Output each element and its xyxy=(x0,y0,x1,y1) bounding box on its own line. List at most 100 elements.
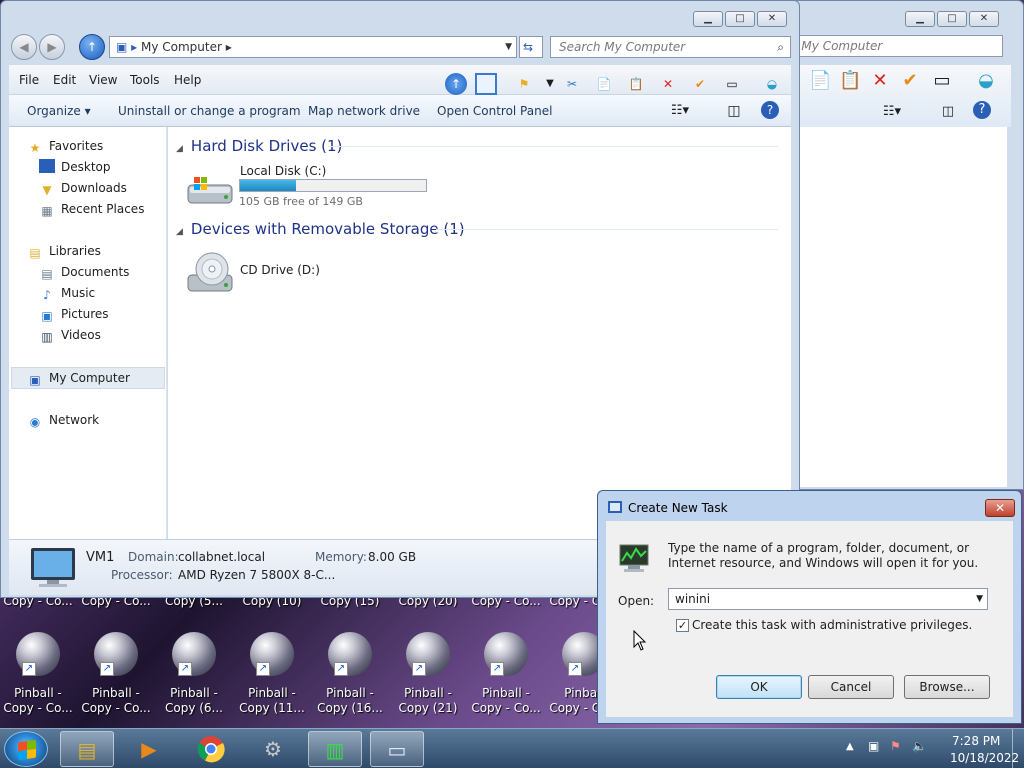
chevron-down-icon[interactable]: ▼ xyxy=(539,73,561,95)
close-button[interactable]: ✕ xyxy=(757,11,787,27)
paste-icon[interactable]: 📋 xyxy=(625,73,647,95)
hard-disk-icon xyxy=(187,177,233,204)
cd-drive-name[interactable]: CD Drive (D:) xyxy=(240,263,320,277)
start-button[interactable] xyxy=(4,731,48,767)
desktop-icon-pinball[interactable]: ↗ Pinball - Copy (16... xyxy=(314,630,386,720)
desktop-icon-pinball[interactable]: ↗ Pinball - Copy (21) xyxy=(392,630,464,720)
check-icon[interactable]: ✔ xyxy=(689,73,711,95)
dialog-close-button[interactable]: ✕ xyxy=(985,499,1015,517)
nav-downloads[interactable]: ▼ Downloads xyxy=(39,179,127,197)
shell-icon[interactable]: ◒ xyxy=(975,70,997,92)
view-options-icon[interactable]: ☷▾ xyxy=(669,100,691,122)
search-input[interactable]: h My Computer xyxy=(781,35,1003,57)
address-bar[interactable]: ▣ ▸ My Computer ▸ ▼ xyxy=(109,36,517,58)
search-input[interactable]: Search My Computer ⌕ xyxy=(550,36,791,58)
show-hidden-icons[interactable]: ▲ xyxy=(846,741,854,752)
forward-button[interactable]: ▶ xyxy=(39,34,65,60)
clock-date[interactable]: 10/18/2022 xyxy=(950,751,1019,765)
chevron-down-icon[interactable]: ▼ xyxy=(976,589,983,609)
dialog-description: Type the name of a program, folder, docu… xyxy=(668,541,979,570)
check-icon[interactable]: ✔ xyxy=(899,70,921,92)
pinball-icon: ↗ xyxy=(250,632,294,676)
admin-privileges-label[interactable]: Create this task with administrative pri… xyxy=(692,618,972,632)
chevron-down-icon[interactable]: ▼ xyxy=(505,37,512,57)
minimize-button[interactable]: ▁ xyxy=(693,11,723,27)
rename-icon[interactable]: ▭ xyxy=(721,73,743,95)
taskbar-settings[interactable]: ⚙ xyxy=(246,731,300,767)
nav-desktop[interactable]: Desktop xyxy=(39,158,111,176)
menu-file[interactable]: File xyxy=(19,73,39,87)
menu-help[interactable]: Help xyxy=(174,73,201,87)
desktop-icon-pinball[interactable]: ↗ Pinball - Copy (11... xyxy=(236,630,308,720)
maximize-button[interactable]: □ xyxy=(937,11,967,27)
refresh-button[interactable]: ⇆ xyxy=(519,36,543,58)
open-control-panel-button[interactable]: Open Control Panel xyxy=(437,104,552,118)
menu-edit[interactable]: Edit xyxy=(53,73,76,87)
paste-icon[interactable]: 📋 xyxy=(839,70,861,92)
cancel-button[interactable]: Cancel xyxy=(808,675,894,699)
create-new-task-dialog[interactable]: Create New Task ✕ Type the name of a pro… xyxy=(597,490,1022,724)
view-icon[interactable]: ☷▾ xyxy=(881,101,903,123)
local-disk-name[interactable]: Local Disk (C:) xyxy=(240,164,326,178)
network-tray-icon[interactable]: ▣ xyxy=(868,739,879,753)
desktop-icon-pinball[interactable]: ↗ Pinball - Copy (6... xyxy=(158,630,230,720)
volume-icon[interactable]: 🔈 xyxy=(912,739,927,753)
menu-view[interactable]: View xyxy=(89,73,117,87)
taskbar-run[interactable]: ▭ xyxy=(370,731,424,767)
organize-button[interactable]: Organize ▾ xyxy=(27,104,91,118)
clock-time[interactable]: 7:28 PM xyxy=(952,734,1000,748)
uninstall-program-button[interactable]: Uninstall or change a program xyxy=(118,104,301,118)
maximize-button[interactable]: □ xyxy=(725,11,755,27)
taskbar-task-manager[interactable]: ▥ xyxy=(308,731,362,767)
delete-icon[interactable]: ✕ xyxy=(869,70,891,92)
menu-tools[interactable]: Tools xyxy=(130,73,160,87)
delete-icon[interactable]: ✕ xyxy=(657,73,679,95)
nav-videos[interactable]: ▥ Videos xyxy=(39,326,101,344)
local-disk-usage-bar xyxy=(239,179,427,192)
pinball-icon: ↗ xyxy=(406,632,450,676)
taskbar-chrome[interactable] xyxy=(184,731,238,767)
nav-my-computer[interactable]: ▣ My Computer xyxy=(27,369,130,387)
show-desktop-button[interactable] xyxy=(1012,729,1024,768)
desktop-icon-pinball[interactable]: ↗ Pinball - Copy - Co... xyxy=(470,630,542,720)
preview-pane-icon[interactable]: ◫ xyxy=(937,101,959,123)
shell-icon[interactable]: ◒ xyxy=(761,73,783,95)
folders-pane-icon[interactable] xyxy=(475,73,497,95)
ok-button[interactable]: OK xyxy=(716,675,802,699)
copy-icon[interactable]: 📄 xyxy=(809,70,831,92)
rename-icon[interactable]: ▭ xyxy=(931,70,953,92)
map-network-drive-button[interactable]: Map network drive xyxy=(308,104,420,118)
desktop-icon-pinball[interactable]: ↗ Pinball - Copy - Co... xyxy=(80,630,152,720)
nav-network[interactable]: ◉ Network xyxy=(27,411,99,429)
action-center-icon[interactable]: ⚑ xyxy=(890,739,901,753)
close-button[interactable]: ✕ xyxy=(969,11,999,27)
nav-favorites[interactable]: ★ Favorites xyxy=(27,137,104,155)
folder-options-icon[interactable]: ⚑ xyxy=(513,73,535,95)
back-button[interactable]: ◀ xyxy=(11,34,37,60)
admin-privileges-checkbox[interactable]: ✓ xyxy=(676,619,689,632)
cut-icon[interactable]: ✂ xyxy=(561,73,583,95)
up-folder-icon[interactable]: ↑ xyxy=(445,73,467,95)
group-header-hdd[interactable]: ◢ Hard Disk Drives (1) xyxy=(176,137,342,155)
help-icon[interactable]: ? xyxy=(973,101,991,119)
taskbar-explorer[interactable]: ▤ xyxy=(60,731,114,767)
group-header-removable[interactable]: ◢ Devices with Removable Storage (1) xyxy=(176,220,465,238)
nav-pictures[interactable]: ▣ Pictures xyxy=(39,305,108,323)
open-combobox[interactable]: winini ▼ xyxy=(668,588,988,610)
minimize-button[interactable]: ▁ xyxy=(905,11,935,27)
help-icon[interactable]: ? xyxy=(761,101,779,119)
nav-music[interactable]: ♪ Music xyxy=(39,284,95,302)
search-icon[interactable]: ⌕ xyxy=(777,37,784,57)
mouse-cursor xyxy=(633,630,647,651)
desktop-icon-pinball[interactable]: ↗ Pinball - Copy - Co... xyxy=(2,630,74,720)
browse-button[interactable]: Browse... xyxy=(904,675,990,699)
taskbar-media-player[interactable]: ▶ xyxy=(122,731,176,767)
nav-documents[interactable]: ▤ Documents xyxy=(39,263,129,281)
up-button[interactable]: ↑ xyxy=(79,34,105,60)
back-explorer-window[interactable]: ▁ □ ✕ h My Computer 📄 📋 ✕ ✔ ▭ ◒ ☷▾ ◫ ? xyxy=(780,0,1024,490)
nav-recent-places[interactable]: ▦ Recent Places xyxy=(39,200,144,218)
preview-pane-icon[interactable]: ◫ xyxy=(723,100,745,122)
command-bar: Organize ▾ Uninstall or change a program… xyxy=(9,95,791,127)
copy-icon[interactable]: 📄 xyxy=(593,73,615,95)
nav-libraries[interactable]: ▤ Libraries xyxy=(27,242,101,260)
